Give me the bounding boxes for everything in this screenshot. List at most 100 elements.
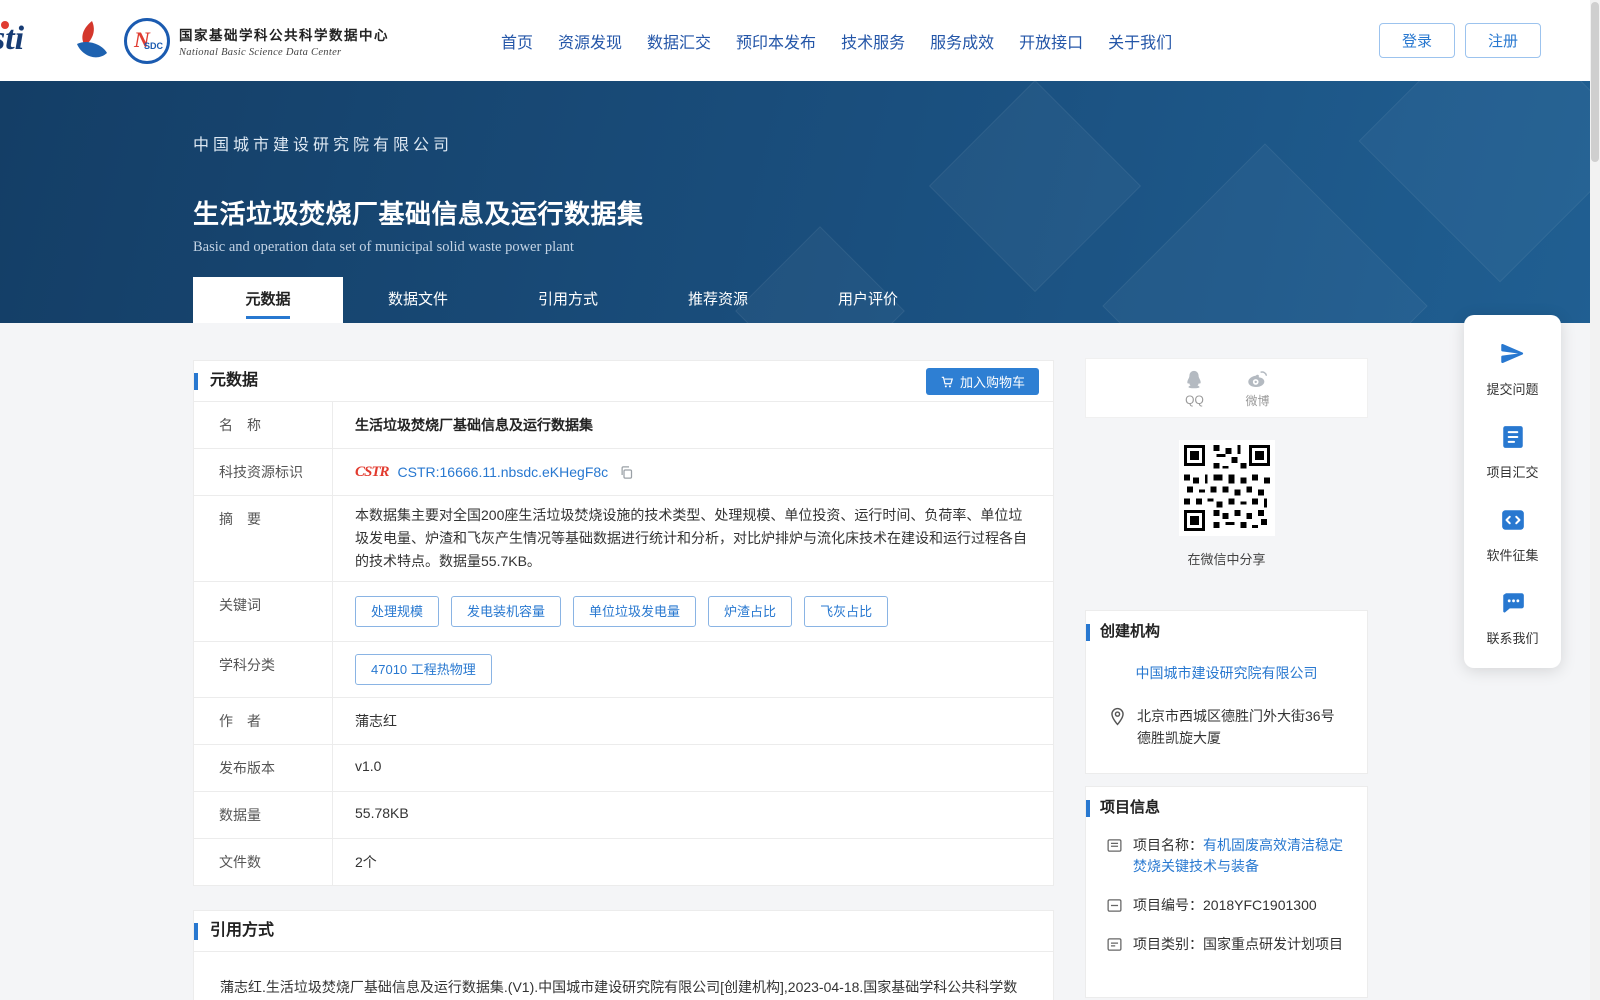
project-info-card: 项目信息 项目名称：有机固废高效清洁稳定焚烧关键技术与装备 项目编号：2018Y… [1085, 786, 1368, 998]
row-label: 数据量 [194, 792, 333, 838]
dataset-organization: 中国城市建设研究院有限公司 [193, 137, 454, 154]
nav-service-results[interactable]: 服务成效 [930, 29, 994, 53]
dataset-title: 生活垃圾焚烧厂基础信息及运行数据集 [193, 199, 644, 229]
share-qq-button[interactable]: QQ [1183, 369, 1205, 407]
nav-tech-services[interactable]: 技术服务 [841, 29, 905, 53]
citation-text: 蒲志红.生活垃圾焚烧厂基础信息及运行数据集.(V1).中国城市建设研究院有限公司… [194, 951, 1053, 1000]
creator-org-link[interactable]: 中国城市建设研究院有限公司 [1104, 663, 1349, 683]
metadata-row-subject: 学科分类 47010 工程热物理 [194, 641, 1053, 697]
keyword-tag[interactable]: 飞灰占比 [804, 596, 889, 627]
metadata-row-author: 作 者 蒲志红 [194, 697, 1053, 744]
tab-recommended-resources[interactable]: 推荐资源 [643, 277, 793, 323]
project-type-icon [1107, 938, 1122, 951]
project-name-label: 项目名称： [1133, 837, 1203, 853]
section-accent-bar [194, 923, 198, 940]
location-pin-icon [1111, 707, 1124, 726]
wechat-qr-code [1178, 440, 1275, 536]
row-label: 作 者 [194, 698, 333, 744]
nav-open-api[interactable]: 开放接口 [1019, 29, 1083, 53]
citation-card: 引用方式 蒲志红.生活垃圾焚烧厂基础信息及运行数据集.(V1).中国城市建设研究… [193, 910, 1054, 1000]
row-label: 文件数 [194, 839, 333, 885]
project-submission-button[interactable]: 项目汇交 [1464, 411, 1561, 494]
citation-section-title: 引用方式 [210, 922, 275, 939]
project-type-row: 项目类别：国家重点研发计划项目 [1086, 928, 1367, 967]
share-weibo-label: 微博 [1245, 393, 1270, 408]
dataset-author: 蒲志红 [355, 713, 397, 729]
nbsdc-name-cn: 国家基础学科公共科学数据中心 [179, 27, 389, 43]
floating-quick-panel: 提交问题 项目汇交 软件征集 联系我们 [1464, 315, 1561, 668]
metadata-row-keywords: 关键词 处理规模 发电装机容量 单位垃圾发电量 炉渣占比 飞灰占比 [194, 581, 1053, 641]
nav-home[interactable]: 首页 [501, 29, 533, 53]
metadata-row-version: 发布版本 v1.0 [194, 744, 1053, 791]
metadata-section-title: 元数据 [210, 372, 259, 389]
section-accent-bar [1086, 800, 1090, 817]
tab-data-files[interactable]: 数据文件 [343, 277, 493, 323]
keyword-tag[interactable]: 单位垃圾发电量 [573, 596, 697, 627]
scrollbar-track[interactable] [1590, 0, 1600, 1000]
wechat-share-block: 在微信中分享 [1085, 440, 1368, 568]
metadata-row-name: 名 称 生活垃圾焚烧厂基础信息及运行数据集 [194, 402, 1053, 448]
keyword-tag[interactable]: 炉渣占比 [708, 596, 793, 627]
creator-card-header: 创建机构 [1086, 611, 1367, 653]
row-label: 名 称 [194, 402, 333, 448]
creator-card: 创建机构 中国城市建设研究院有限公司 北京市西城区德胜门外大街36号德胜凯旋大厦 [1085, 610, 1368, 774]
software-collection-label: 软件征集 [1486, 548, 1539, 563]
creator-address: 北京市西城区德胜门外大街36号德胜凯旋大厦 [1137, 708, 1335, 746]
metadata-row-abstract: 摘 要 本数据集主要对全国200座生活垃圾焚烧设施的技术类型、处理规模、单位投资… [194, 495, 1053, 581]
nbsdc-logo: N SDC 国家基础学科公共科学数据中心 National Basic Scien… [124, 17, 389, 64]
dataset-tabs: 元数据 数据文件 引用方式 推荐资源 用户评价 [193, 277, 943, 323]
software-collection-button[interactable]: 软件征集 [1464, 494, 1561, 577]
qq-icon [1187, 370, 1202, 389]
scrollbar-thumb[interactable] [1591, 2, 1599, 162]
nav-about-us[interactable]: 关于我们 [1108, 29, 1172, 53]
main-nav: 首页 资源发现 数据汇交 预印本发布 技术服务 服务成效 开放接口 关于我们 [501, 0, 1172, 81]
login-button[interactable]: 登录 [1379, 23, 1455, 58]
nbsdc-logo-icon: N SDC [124, 17, 170, 64]
keyword-tag[interactable]: 发电装机容量 [451, 596, 562, 627]
project-section-title: 项目信息 [1100, 799, 1161, 816]
nbsdc-name-en: National Basic Science Data Center [179, 46, 342, 58]
keyword-tag[interactable]: 处理规模 [355, 596, 440, 627]
tab-metadata[interactable]: 元数据 [193, 277, 343, 323]
contact-us-label: 联系我们 [1486, 631, 1539, 646]
metadata-table: 名 称 生活垃圾焚烧厂基础信息及运行数据集 科技资源标识 CSTR CSTR:1… [194, 401, 1053, 885]
auth-buttons: 登录 注册 [1379, 23, 1541, 58]
cstr-identifier-link[interactable]: CSTR:16666.11.nbsdc.eKHegF8c [398, 464, 609, 480]
project-name-row: 项目名称：有机固废高效清洁稳定焚烧关键技术与装备 [1086, 829, 1367, 889]
share-weibo-button[interactable]: 微博 [1245, 368, 1270, 409]
subject-tag[interactable]: 47010 工程热物理 [355, 654, 492, 685]
paper-plane-icon [1501, 343, 1524, 364]
creator-address-row: 北京市西城区德胜门外大街36号德胜凯旋大厦 [1086, 683, 1367, 773]
dataset-name-value: 生活垃圾焚烧厂基础信息及运行数据集 [355, 417, 593, 433]
metadata-row-filecount: 文件数 2个 [194, 838, 1053, 885]
submit-question-label: 提交问题 [1486, 382, 1539, 397]
list-icon [1502, 426, 1523, 448]
share-card: QQ 微博 [1085, 358, 1368, 418]
row-label: 学科分类 [194, 642, 333, 697]
dataset-abstract: 本数据集主要对全国200座生活垃圾焚烧设施的技术类型、处理规模、单位投资、运行时… [355, 507, 1027, 569]
project-type-label: 项目类别： [1133, 936, 1203, 952]
add-to-cart-button[interactable]: 加入购物车 [925, 368, 1039, 395]
register-button[interactable]: 注册 [1465, 23, 1541, 58]
hero-decoration-cube [1358, 81, 1600, 283]
partner-logo-icon [77, 20, 107, 57]
section-accent-bar [1086, 624, 1090, 641]
dataset-file-count: 2个 [355, 854, 377, 870]
contact-us-button[interactable]: 联系我们 [1464, 577, 1561, 660]
tab-user-reviews[interactable]: 用户评价 [793, 277, 943, 323]
nav-data-submission[interactable]: 数据汇交 [647, 29, 711, 53]
tab-citation[interactable]: 引用方式 [493, 277, 643, 323]
logo-area: sti NSDC 国家基础学科公共科学数据中心 National Basic S… [0, 0, 389, 81]
chat-bubble-icon [1502, 593, 1524, 613]
row-label: 发布版本 [194, 745, 333, 791]
metadata-row-cstr: 科技资源标识 CSTR CSTR:16666.11.nbsdc.eKHegF8c [194, 448, 1053, 495]
project-code-label: 项目编号： [1133, 897, 1203, 913]
nstl-logo: sti [0, 16, 60, 66]
nav-resource-discovery[interactable]: 资源发现 [558, 29, 622, 53]
copy-icon[interactable] [619, 465, 634, 480]
top-header: sti NSDC 国家基础学科公共科学数据中心 National Basic S… [0, 0, 1600, 81]
nav-preprint[interactable]: 预印本发布 [736, 29, 816, 53]
row-label: 摘 要 [194, 496, 333, 581]
right-sidebar: QQ 微博 在微信中分享 创建机构 中国城市建设研究院有限公司 北京市西城区德胜… [1085, 358, 1368, 998]
submit-question-button[interactable]: 提交问题 [1464, 327, 1561, 411]
